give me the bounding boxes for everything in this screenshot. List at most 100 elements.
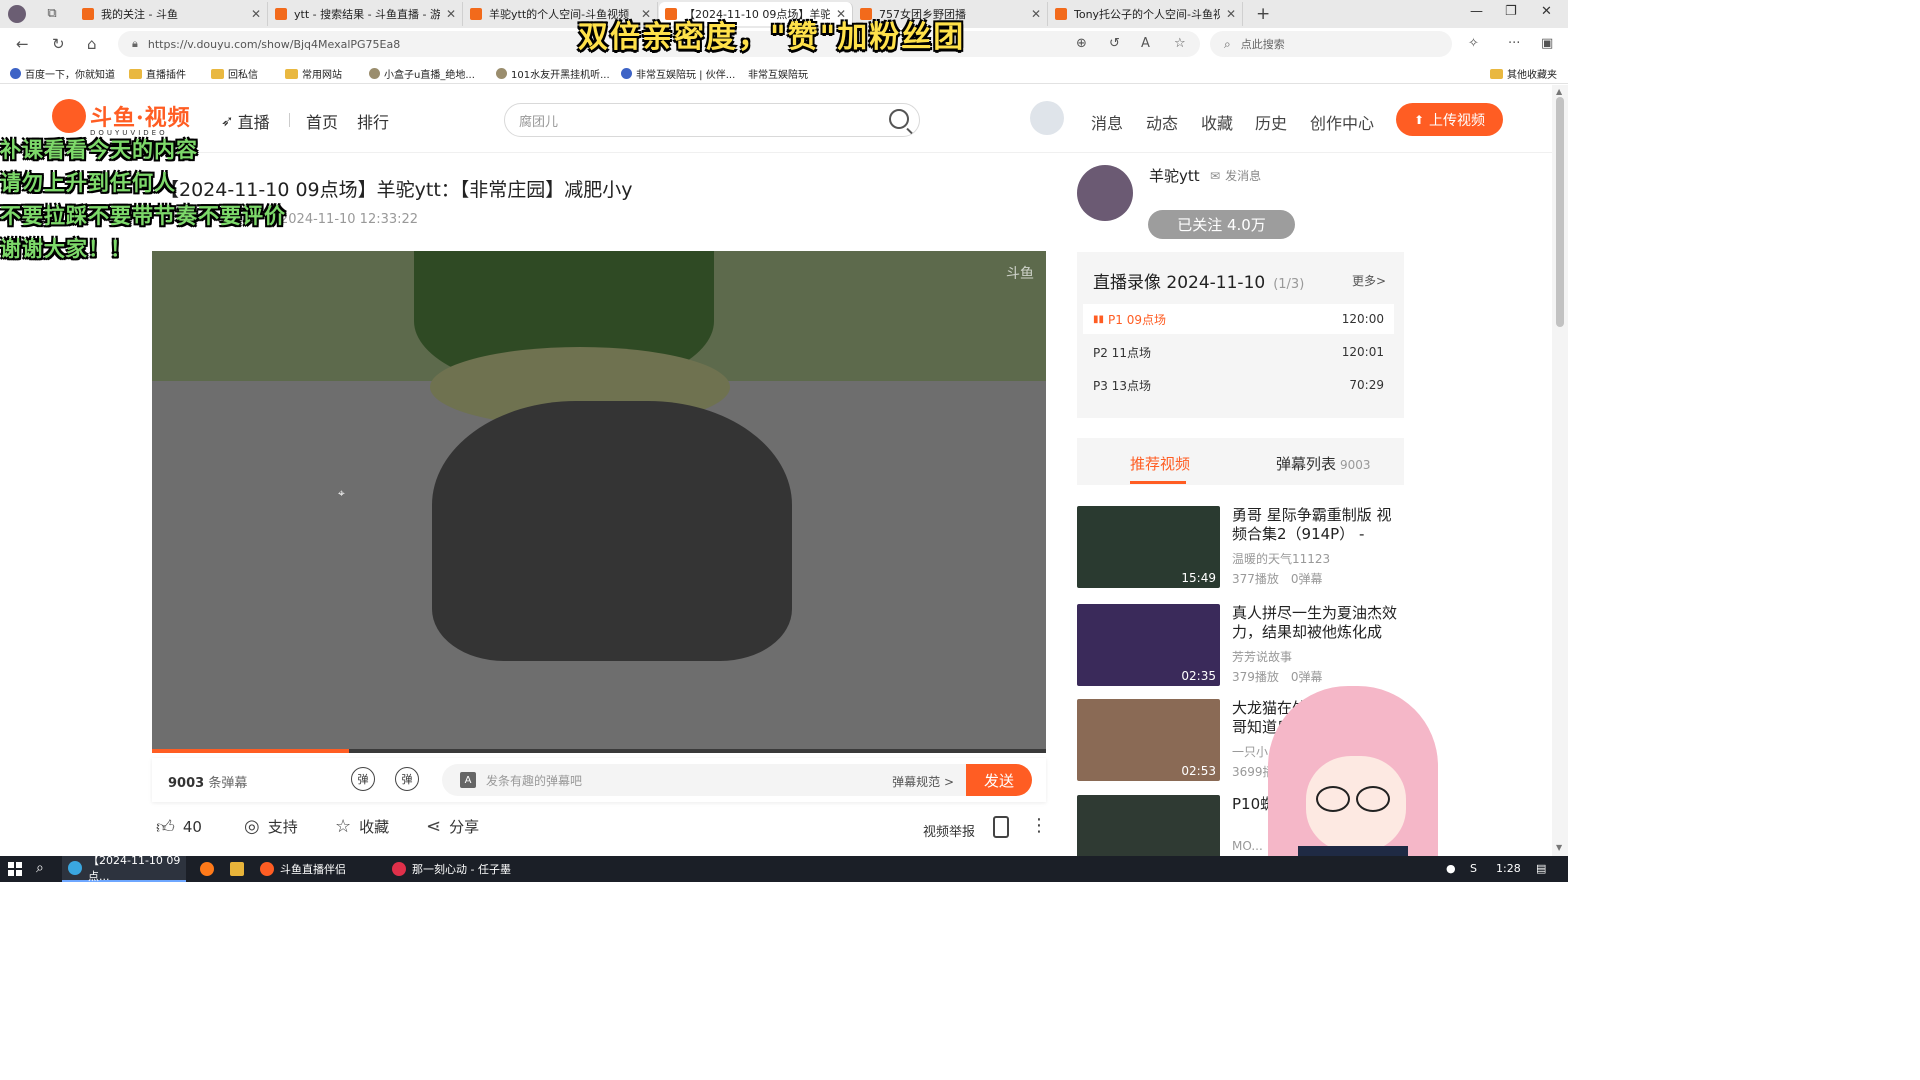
douyu-video-logo[interactable]: 斗鱼·视频 DOUYUVIDEO [52,99,191,137]
nav-live[interactable]: ➶ 直播 [221,109,270,133]
close-tab-icon[interactable]: ✕ [1226,7,1236,21]
video-thumbnail[interactable]: 02:53 [1077,699,1220,781]
taskbar-app-music[interactable]: 那一刻心动 - 任子墨 [386,856,512,882]
refresh-icon[interactable]: ↻ [52,35,65,53]
close-tab-icon[interactable]: ✕ [251,7,261,21]
scrollbar-thumb[interactable] [1556,97,1564,327]
danmu-rules-link[interactable]: 弹幕规范 > [892,773,954,790]
support-button[interactable]: ◎ 支持 [244,816,298,837]
taskbar-search-icon[interactable]: ⌕ [36,860,44,876]
play-count: 379播放 [1232,670,1279,684]
danmu-input-placeholder: 发条有趣的弹幕吧 [486,773,583,788]
send-danmu-button[interactable]: 发送 [966,764,1032,796]
bookmark-item[interactable]: 小盒子u直播_绝地... [369,66,475,81]
bookmark-item[interactable]: 非常互娱陪玩 | 伙伴... [621,66,735,81]
nav-home[interactable]: 首页 [306,109,338,133]
sidebar-toggle-icon[interactable]: ▣ [1541,36,1553,51]
tab-recommended[interactable]: 推荐视频 [1130,453,1190,474]
favorite-star-icon[interactable]: ☆ [1174,36,1186,51]
site-icon [621,68,632,79]
extensions-icon[interactable]: ✧ [1468,36,1479,51]
favorite-button[interactable]: ☆ 收藏 [335,816,389,837]
header-link-messages[interactable]: 消息 [1091,110,1123,134]
replay-item[interactable]: P2 11点场 120:01 [1083,337,1394,367]
mobile-view-icon[interactable] [993,816,1009,838]
taskbar-app-douyu-companion[interactable]: 斗鱼直播伴侣 [254,856,380,882]
user-avatar[interactable] [1030,101,1064,135]
video-thumbnail[interactable]: 15:49 [1077,506,1220,588]
bookmark-item[interactable]: 百度一下，你就知道 [10,66,115,81]
bookmark-item[interactable]: 101水友开黑挂机听... [496,66,610,81]
video-player[interactable]: 斗鱼 [152,251,1046,753]
recommended-author[interactable]: 温暖的天气11123 [1232,550,1330,567]
close-tab-icon[interactable]: ✕ [1031,7,1041,21]
zoom-icon[interactable]: ⊕ [1076,36,1087,51]
replay-item[interactable]: ▮▮ P1 09点场 120:00 [1083,304,1394,334]
tray-sogou-icon[interactable]: S [1470,862,1477,875]
nav-rank[interactable]: 排行 [357,109,389,133]
bookmark-folder[interactable]: 直播插件 [129,66,186,81]
taskbar-clock[interactable]: 1:28 [1496,862,1521,875]
tray-app-icon[interactable]: ● [1446,862,1456,875]
recommended-title[interactable]: 勇哥 星际争霸重制版 视频合集2（914P） - 151.15... [1232,506,1404,544]
header-link-creator-center[interactable]: 创作中心 [1310,110,1374,134]
close-window-icon[interactable]: ✕ [1541,4,1552,19]
recommended-author[interactable]: 芳芳说故事 [1232,648,1292,665]
bookmark-folder[interactable]: 回私信 [211,66,258,81]
bookmark-folder[interactable]: 常用网站 [285,66,342,81]
workspaces-icon[interactable]: ⧉ [36,6,68,21]
video-progress-bar[interactable] [152,749,1046,753]
uploader-name[interactable]: 羊驼ytt [1149,165,1200,186]
other-bookmarks-folder[interactable]: 其他收藏夹 [1490,66,1557,81]
taskbar-app-explorer[interactable] [224,856,252,882]
replay-item[interactable]: P3 13点场 70:29 [1083,370,1394,400]
header-link-favorites[interactable]: 收藏 [1201,110,1233,134]
danmu-settings-button[interactable]: 弹 [395,767,419,791]
recommended-video[interactable]: 02:35 真人拼尽一生为夏油杰效力，结果却被他炼化成一... 芳芳说故事 37… [1077,604,1404,686]
minimize-icon[interactable]: — [1470,4,1483,19]
close-tab-icon[interactable]: ✕ [446,7,456,21]
replay-more-link[interactable]: 更多> [1352,272,1386,289]
more-options-icon[interactable]: ⋮ [1030,815,1048,836]
upload-video-button[interactable]: ⬆ 上传视频 [1396,103,1503,136]
scroll-down-icon[interactable]: ▼ [1556,843,1562,852]
header-link-feed[interactable]: 动态 [1146,110,1178,134]
report-video-link[interactable]: 视频举报 [923,821,975,840]
danmu-input[interactable]: A 发条有趣的弹幕吧 弹幕规范 > [442,764,968,796]
video-thumbnail[interactable]: 02:35 [1077,604,1220,686]
browser-search-box[interactable]: ⌕ 点此搜索 [1210,31,1452,57]
header-link-history[interactable]: 历史 [1255,110,1287,134]
start-button[interactable] [8,862,22,876]
read-aloud-icon[interactable]: A [1141,36,1150,51]
follow-button[interactable]: 已关注 4.0万 [1148,210,1295,239]
taskbar-app-firefox[interactable] [194,856,222,882]
taskbar-app-edge[interactable]: 【2024-11-10 09点... [62,854,186,883]
share-button[interactable]: ⋖ 分享 [426,816,479,837]
page-scrollbar[interactable]: ▲ ▼ [1552,85,1568,856]
danmu-toggle-button[interactable]: 弹 [351,767,375,791]
search-icon[interactable] [889,109,909,129]
send-message-link[interactable]: ✉ 发消息 [1210,167,1261,184]
recommended-video[interactable]: 15:49 勇哥 星际争霸重制版 视频合集2（914P） - 151.15...… [1077,506,1404,588]
bookmark-item[interactable]: 非常互娱陪玩 [748,66,808,162]
translate-icon[interactable]: ↺ [1109,36,1120,51]
browser-profile-button[interactable] [0,0,34,28]
browser-tab[interactable]: ytt - 搜索结果 - 斗鱼直播 - 游戏直 ✕ [269,2,463,26]
scroll-up-icon[interactable]: ▲ [1556,87,1562,96]
more-menu-icon[interactable]: ··· [1508,36,1520,51]
site-search-input[interactable]: 腐团儿 [504,103,920,137]
home-icon[interactable]: ⌂ [87,35,97,53]
uploader-avatar[interactable] [1077,165,1133,221]
recommended-title[interactable]: 真人拼尽一生为夏油杰效力，结果却被他炼化成一... [1232,604,1404,642]
notification-icon[interactable]: ▤ [1536,862,1546,875]
browser-tab[interactable]: 我的关注 - 斗鱼 ✕ [76,2,268,26]
video-thumbnail[interactable] [1077,795,1220,856]
tab-danmu-list[interactable]: 弹幕列表 9003 [1276,453,1371,474]
back-icon[interactable]: ← [16,35,29,53]
new-tab-icon[interactable]: + [1256,4,1270,24]
danmu-count: 0弹幕 [1290,572,1323,586]
browser-tab[interactable]: Tony托公子的个人空间-斗鱼视频 ✕ [1049,2,1243,26]
danmu-style-icon[interactable]: A [460,772,476,788]
restore-icon[interactable]: ❐ [1505,4,1517,19]
like-button[interactable]: 👍︎ 40 [156,816,202,838]
